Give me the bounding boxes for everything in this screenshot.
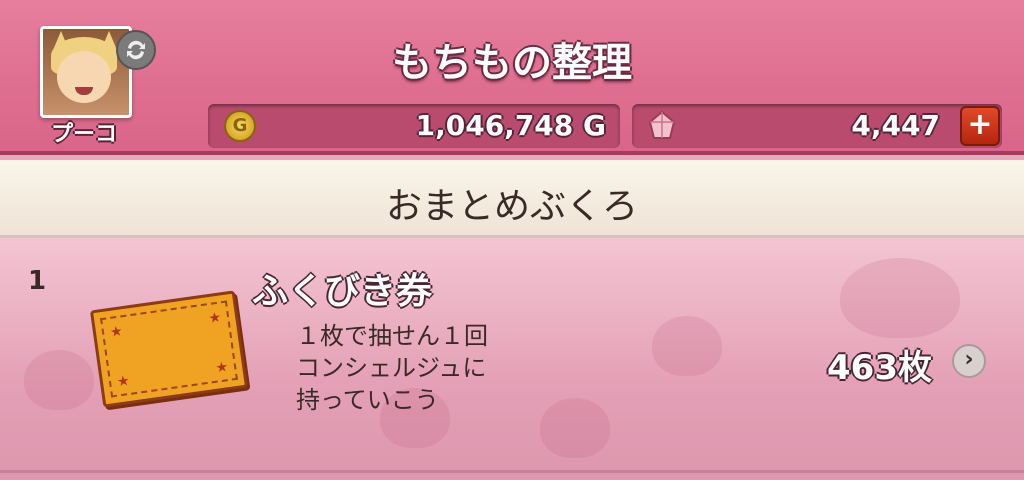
category-title: おまとめぶくろ [385, 186, 638, 227]
page-title: もちもの整理 [392, 40, 632, 86]
item-index: 1 [28, 266, 47, 296]
category-bar: おまとめぶくろ [0, 160, 1024, 238]
chevron-right-icon[interactable]: › [952, 344, 986, 378]
lottery-ticket-icon: ★ ★ ★ ★ [89, 290, 249, 408]
background-slime [840, 258, 960, 338]
item-list: 1 ★ ★ ★ ★ ふくびき券 １枚で抽せん１回 コンシェルジュに 持っていこう… [0, 238, 1024, 480]
coin-icon: G [224, 110, 256, 142]
star-icon: ★ [109, 323, 124, 341]
star-icon: ★ [116, 372, 131, 391]
item-name: ふくびき券 [252, 271, 433, 312]
header-bar: プーコ もちもの整理 G 1,046,748 G 4,447 + [0, 0, 1024, 155]
gem-amount: 4,447 [851, 109, 940, 142]
item-count: 463枚 [827, 348, 932, 388]
background-slime [652, 316, 722, 376]
player-name: プーコ [50, 122, 117, 147]
item-description-line: １枚で抽せん１回 [296, 322, 488, 350]
star-icon: ★ [207, 309, 223, 328]
background-slime [24, 350, 94, 410]
row-divider [0, 470, 1024, 473]
star-icon: ★ [214, 359, 230, 377]
gem-icon [644, 110, 680, 142]
gold-amount: 1,046,748 G [415, 109, 606, 142]
add-gems-button[interactable]: + [960, 106, 1000, 146]
background-slime [540, 398, 610, 458]
item-description-line: 持っていこう [296, 386, 439, 414]
gem-display: 4,447 + [632, 104, 1002, 148]
gold-display: G 1,046,748 G [208, 104, 620, 148]
item-description-line: コンシェルジュに [296, 354, 487, 382]
